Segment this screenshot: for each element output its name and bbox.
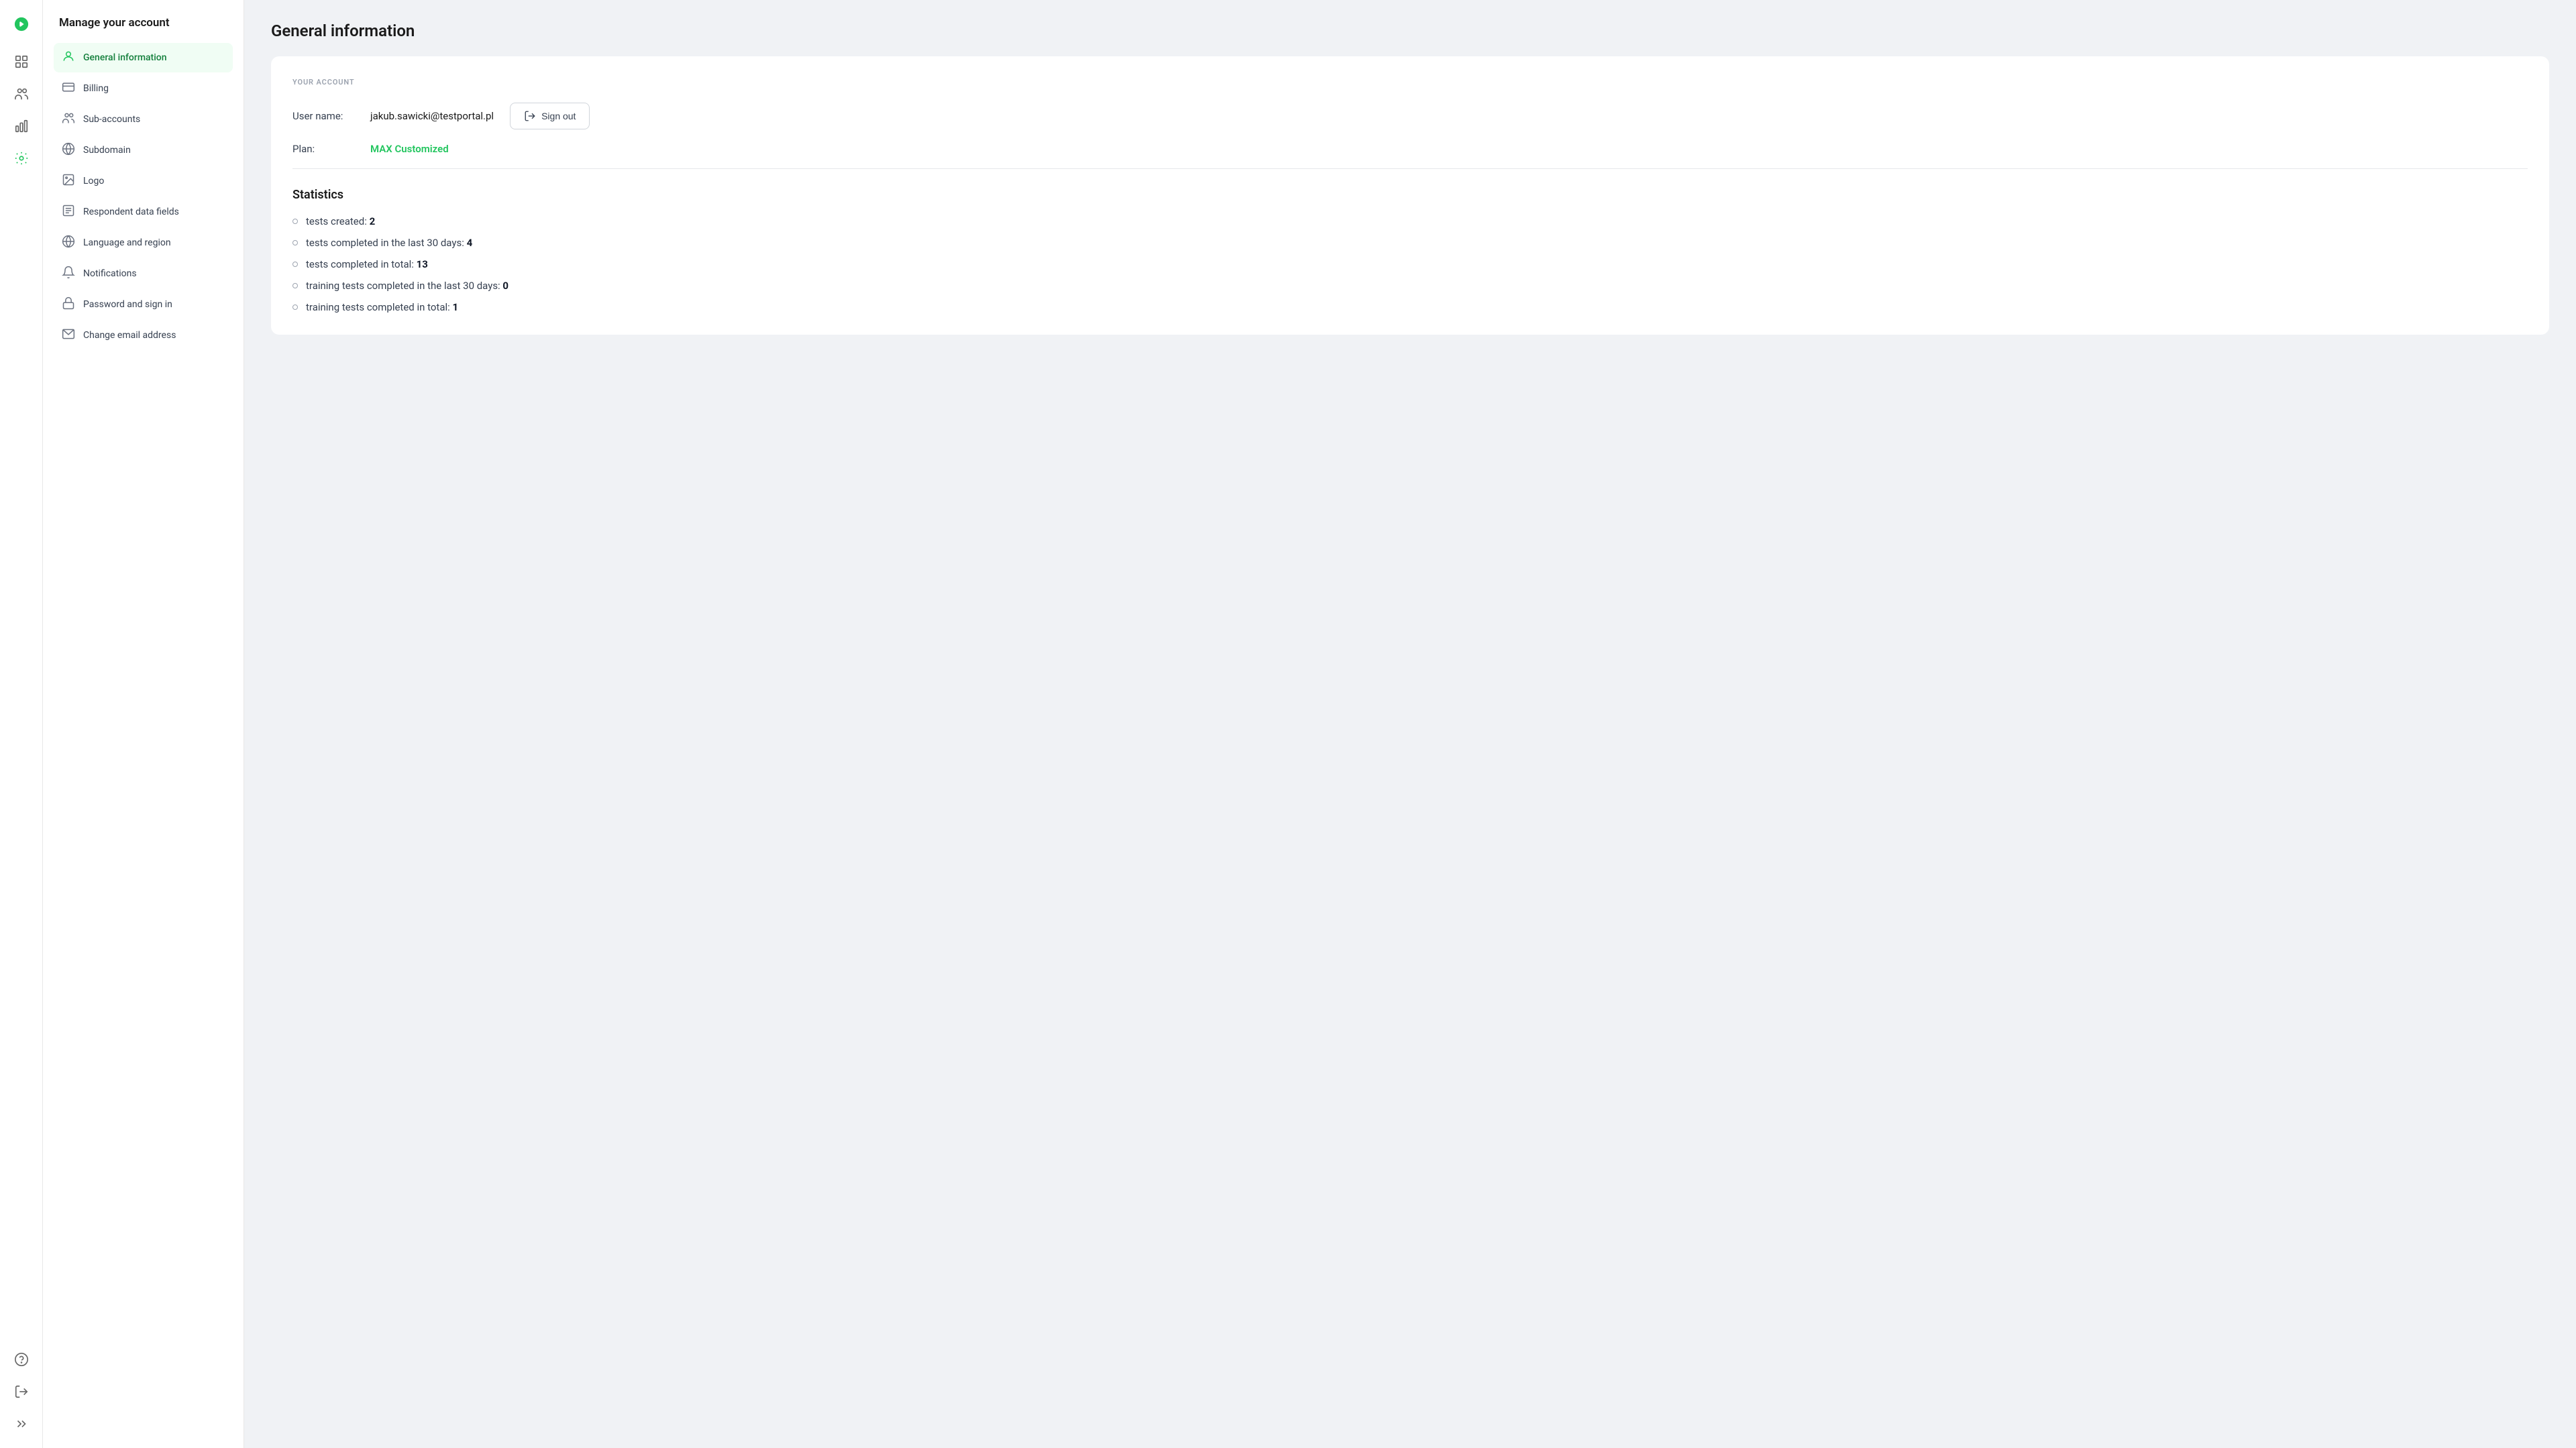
stat-text: tests completed in the last 30 days: 4 xyxy=(306,237,472,249)
stats-list-item: training tests completed in the last 30 … xyxy=(292,280,2528,292)
main-content: General information YOUR ACCOUNT User na… xyxy=(244,0,2576,1448)
logo-icon[interactable] xyxy=(8,11,35,38)
sub-accounts-icon xyxy=(62,111,75,127)
sidebar-item-subdomain[interactable]: Subdomain xyxy=(54,135,233,165)
stat-value: 4 xyxy=(467,237,473,249)
respondent-data-fields-icon xyxy=(62,204,75,220)
bullet-icon xyxy=(292,219,298,224)
users-icon[interactable] xyxy=(8,80,35,107)
sidebar-item-label: General information xyxy=(83,52,167,63)
chart-icon[interactable] xyxy=(8,113,35,140)
stat-text: training tests completed in the last 30 … xyxy=(306,280,508,292)
billing-icon xyxy=(62,80,75,97)
bullet-icon xyxy=(292,262,298,267)
expand-icon[interactable] xyxy=(8,1410,35,1437)
plan-label: Plan: xyxy=(292,143,360,155)
sidebar-item-label: Subdomain xyxy=(83,145,131,156)
notifications-icon xyxy=(62,266,75,282)
logo-icon xyxy=(62,173,75,189)
sidebar-item-label: Sub-accounts xyxy=(83,114,140,125)
account-card: YOUR ACCOUNT User name: jakub.sawicki@te… xyxy=(271,56,2549,335)
stats-list-item: tests completed in total: 13 xyxy=(292,258,2528,270)
plan-value: MAX Customized xyxy=(370,143,449,155)
page-title: General information xyxy=(271,21,2549,40)
sidebar-item-label: Logo xyxy=(83,176,104,186)
sign-out-label: Sign out xyxy=(541,111,576,121)
grid-icon[interactable] xyxy=(8,48,35,75)
sidebar-item-logo[interactable]: Logo xyxy=(54,166,233,196)
language-and-region-icon xyxy=(62,235,75,251)
plan-row: Plan: MAX Customized xyxy=(292,143,2528,155)
stat-value: 13 xyxy=(417,258,428,270)
statistics-list: tests created: 2 tests completed in the … xyxy=(292,215,2528,313)
stat-text: tests completed in total: 13 xyxy=(306,258,428,270)
help-icon[interactable] xyxy=(8,1346,35,1373)
stats-list-item: tests created: 2 xyxy=(292,215,2528,227)
username-row: User name: jakub.sawicki@testportal.pl S… xyxy=(292,103,2528,129)
sidebar-item-change-email-address[interactable]: Change email address xyxy=(54,321,233,350)
password-and-sign-in-icon xyxy=(62,296,75,313)
bullet-icon xyxy=(292,283,298,288)
sidebar-item-language-and-region[interactable]: Language and region xyxy=(54,228,233,258)
statistics-title: Statistics xyxy=(292,188,2528,202)
stat-value: 1 xyxy=(453,301,459,313)
change-email-address-icon xyxy=(62,327,75,343)
sidebar-item-respondent-data-fields[interactable]: Respondent data fields xyxy=(54,197,233,227)
subdomain-icon xyxy=(62,142,75,158)
sidebar: Manage your account General information … xyxy=(43,0,244,1448)
settings-icon[interactable] xyxy=(8,145,35,172)
sidebar-title: Manage your account xyxy=(54,16,233,30)
sidebar-item-general-information[interactable]: General information xyxy=(54,43,233,72)
sidebar-item-label: Language and region xyxy=(83,237,171,248)
section-label: YOUR ACCOUNT xyxy=(292,78,2528,87)
sidebar-item-label: Notifications xyxy=(83,268,137,279)
icon-bar-bottom xyxy=(8,1346,35,1437)
sign-out-button[interactable]: Sign out xyxy=(510,103,590,129)
sidebar-item-label: Change email address xyxy=(83,330,176,341)
stats-list-item: tests completed in the last 30 days: 4 xyxy=(292,237,2528,249)
sidebar-item-label: Password and sign in xyxy=(83,299,172,310)
logout-icon[interactable] xyxy=(8,1378,35,1405)
sidebar-item-label: Billing xyxy=(83,83,109,94)
username-value: jakub.sawicki@testportal.pl xyxy=(370,110,494,122)
sidebar-item-billing[interactable]: Billing xyxy=(54,74,233,103)
stats-list-item: training tests completed in total: 1 xyxy=(292,301,2528,313)
stat-text: tests created: 2 xyxy=(306,215,375,227)
username-label: User name: xyxy=(292,110,360,122)
stat-text: training tests completed in total: 1 xyxy=(306,301,458,313)
stat-value: 2 xyxy=(370,215,376,227)
icon-bar-top xyxy=(8,11,35,172)
general-information-icon xyxy=(62,50,75,66)
divider xyxy=(292,168,2528,169)
icon-bar xyxy=(0,0,43,1448)
sign-out-icon xyxy=(524,110,536,122)
stat-value: 0 xyxy=(502,280,508,292)
sidebar-item-notifications[interactable]: Notifications xyxy=(54,259,233,288)
bullet-icon xyxy=(292,240,298,245)
sidebar-item-password-and-sign-in[interactable]: Password and sign in xyxy=(54,290,233,319)
sidebar-item-label: Respondent data fields xyxy=(83,207,179,217)
nav-menu: General information Billing Sub-accounts… xyxy=(54,43,233,350)
sidebar-item-sub-accounts[interactable]: Sub-accounts xyxy=(54,105,233,134)
bullet-icon xyxy=(292,304,298,310)
